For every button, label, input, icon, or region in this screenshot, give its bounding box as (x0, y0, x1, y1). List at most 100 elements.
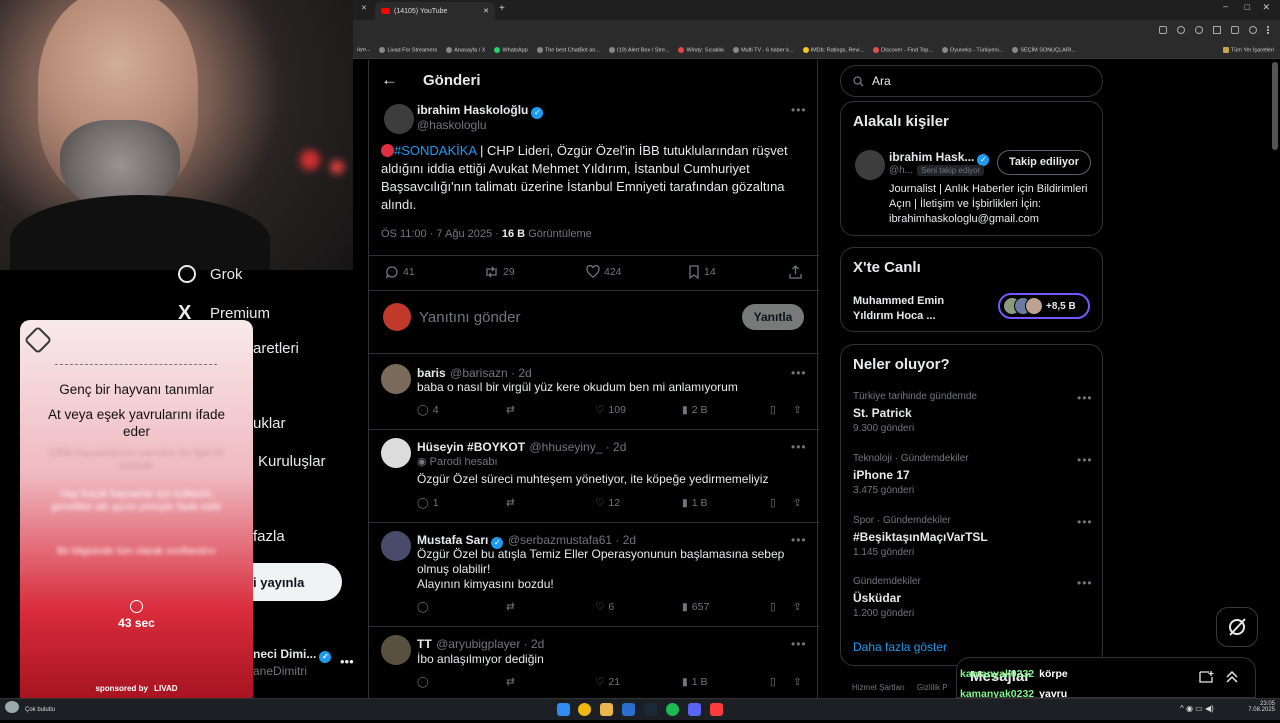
bookmark-item[interactable]: Livad For Streamers (379, 46, 437, 53)
nav-more[interactable]: fazla (253, 528, 285, 545)
steam-icon[interactable] (644, 703, 657, 716)
reply-action[interactable]: ◯ 1 (417, 497, 439, 509)
trend-item[interactable]: Spor · Gündemdekiler #BeşiktaşınMaçıVarT… (841, 513, 1104, 569)
search-box[interactable]: Ara (840, 65, 1103, 97)
reply-input[interactable]: Yanıtını gönder (419, 309, 520, 326)
bookmark-item[interactable]: SEÇİM SONUÇLARI... (1012, 46, 1076, 53)
like-action[interactable]: ♡ 6 (595, 601, 614, 613)
more-icon[interactable]: ••• (791, 635, 807, 653)
more-icon[interactable]: ••• (1077, 576, 1093, 590)
more-icon[interactable]: ••• (1077, 453, 1093, 467)
grok-button[interactable] (1216, 607, 1258, 647)
weather-label[interactable]: Çok bulutlu (25, 707, 55, 713)
repost-action[interactable]: ⇄ (506, 601, 515, 613)
repost-action[interactable]: 29 (484, 265, 515, 279)
browser-tab-youtube[interactable]: (14105) YouTube ✕ (375, 2, 495, 20)
more-icon[interactable]: ••• (1077, 391, 1093, 405)
related-avatar[interactable] (855, 150, 885, 180)
like-action[interactable]: 424 (586, 265, 622, 278)
window-maximize-icon[interactable]: □ (1245, 2, 1250, 12)
reply-tweet[interactable]: baris @barisazn · 2d ••• baba o nasıl bi… (369, 354, 819, 429)
bookmark-item[interactable]: Windy: Sıcaklık (678, 46, 724, 53)
bookmark-action[interactable]: 14 (688, 265, 716, 279)
author-avatar[interactable] (384, 104, 414, 134)
window-close-icon[interactable]: ✕ (1262, 2, 1270, 13)
back-arrow-icon[interactable]: ← (381, 70, 398, 90)
repost-action[interactable]: ⇄ (506, 404, 515, 416)
tray-icons[interactable]: ^ ◉ ▭ ◀) (1180, 704, 1214, 713)
repost-action[interactable]: ⇄ (506, 676, 515, 688)
all-bookmarks[interactable]: Tüm Yer İşaretleri (1222, 46, 1280, 53)
profile-name[interactable]: neci Dimi... ✓ (253, 647, 332, 663)
nav-jobs[interactable]: uklar (253, 415, 286, 432)
tab-close-icon[interactable]: ✕ (361, 4, 367, 12)
related-name[interactable]: ibrahim Hask... ✓ (889, 148, 990, 166)
zoom-icon[interactable] (1177, 26, 1185, 34)
trend-item[interactable]: Teknoloji · Gündemdekiler iPhone 17 3.47… (841, 451, 1104, 507)
bookmark-item[interactable]: IMDb: Ratings, Revi... (802, 46, 864, 53)
page-scrollbar[interactable] (1272, 62, 1278, 150)
bookmark-item[interactable]: The best ChatBot an... (536, 46, 600, 53)
trend-item[interactable]: Türkiye tarihinde gündemde St. Patrick 9… (841, 389, 1104, 445)
privacy-link[interactable]: Gizlilik P (917, 683, 948, 692)
like-action[interactable]: ♡ 21 (595, 676, 620, 688)
reply-author[interactable]: Hüseyin #BOYKOT (417, 440, 525, 454)
discord-icon[interactable] (688, 703, 701, 716)
show-more-link[interactable]: Daha fazla göster (853, 640, 947, 654)
share-action[interactable]: ⇪ (793, 601, 802, 613)
more-icon[interactable]: ••• (340, 654, 354, 669)
reply-avatar[interactable] (381, 438, 411, 468)
menu-icon[interactable] (1267, 26, 1270, 34)
nav-grok[interactable]: Grok (178, 265, 243, 283)
bookmark-item[interactable]: WhatsApp (494, 46, 528, 53)
like-action[interactable]: ♡ 12 (595, 497, 620, 509)
reply-tweet[interactable]: Mustafa Sarı ✓ @serbazmustafa61 · 2d ••• … (369, 523, 819, 626)
bookmark-action[interactable]: ▯ (770, 404, 776, 416)
views-action[interactable]: ▮ 657 (682, 601, 709, 613)
live-listeners[interactable]: +8,5 B (998, 293, 1090, 319)
sidebar-icon[interactable] (1231, 26, 1239, 34)
share-action[interactable]: ⇪ (793, 497, 802, 509)
author-name[interactable]: ibrahim Haskoloğlu ✓ (417, 101, 544, 119)
views-action[interactable]: ▮ 1 B (682, 676, 708, 688)
more-icon[interactable]: ••• (791, 364, 807, 382)
share-action[interactable]: ⇪ (793, 404, 802, 416)
trend-item[interactable]: Gündemdekiler Üsküdar 1.200 gönderi ••• (841, 574, 1104, 630)
hashtag-link[interactable]: #SONDAKİKA (394, 143, 476, 158)
reply-author[interactable]: baris (417, 366, 446, 380)
start-icon[interactable] (557, 703, 570, 716)
views-action[interactable]: ▮ 1 B (682, 497, 708, 509)
nav-bookmarks[interactable]: aretleri (253, 340, 299, 357)
clock[interactable]: 23:05 7.08.2025 (1245, 701, 1275, 713)
author-handle[interactable]: @haskologlu (417, 118, 487, 132)
extensions-icon[interactable] (1213, 26, 1221, 34)
bookmark-item[interactable]: Anasayfa / X (446, 46, 485, 53)
app-icon[interactable] (710, 703, 723, 716)
more-icon[interactable]: ••• (791, 101, 807, 119)
bookmark-partial[interactable]: üyo... (357, 47, 370, 53)
bookmark-action[interactable]: ▯ (770, 601, 776, 613)
reply-author[interactable]: TT (417, 637, 432, 651)
address-bar[interactable] (353, 20, 1280, 42)
nav-organizations[interactable]: Kuruluşlar (258, 453, 326, 470)
explorer-icon[interactable] (600, 703, 613, 716)
bookmark-item[interactable]: Oyuneks - Türkiyeni... (941, 46, 1003, 53)
chrome-icon[interactable] (578, 703, 591, 716)
app-icon[interactable] (622, 703, 635, 716)
terms-link[interactable]: Hizmet Şartları (852, 683, 905, 692)
like-action[interactable]: ♡ 109 (595, 404, 626, 416)
reply-action[interactable]: ◯ (417, 601, 429, 613)
reply-avatar[interactable] (381, 635, 411, 665)
tab-close-icon[interactable]: ✕ (483, 7, 489, 15)
more-icon[interactable]: ••• (791, 438, 807, 456)
reply-action[interactable]: ◯ (417, 676, 429, 688)
reply-action[interactable]: 41 (385, 265, 415, 279)
following-button[interactable]: Takip ediliyor (997, 150, 1091, 175)
bookmark-action[interactable]: ▯ (770, 676, 776, 688)
share-action[interactable]: ⇪ (793, 676, 802, 688)
reply-tweet[interactable]: Hüseyin #BOYKOT @hhuseyiny_ · 2d ••• ◉ P… (369, 430, 819, 522)
profile-icon[interactable] (1249, 26, 1257, 34)
bookmark-item[interactable]: Multi TV - 6 haber k... (733, 46, 794, 53)
reply-action[interactable]: ◯ 4 (417, 404, 439, 416)
reply-button[interactable]: Yanıtla (742, 304, 804, 330)
